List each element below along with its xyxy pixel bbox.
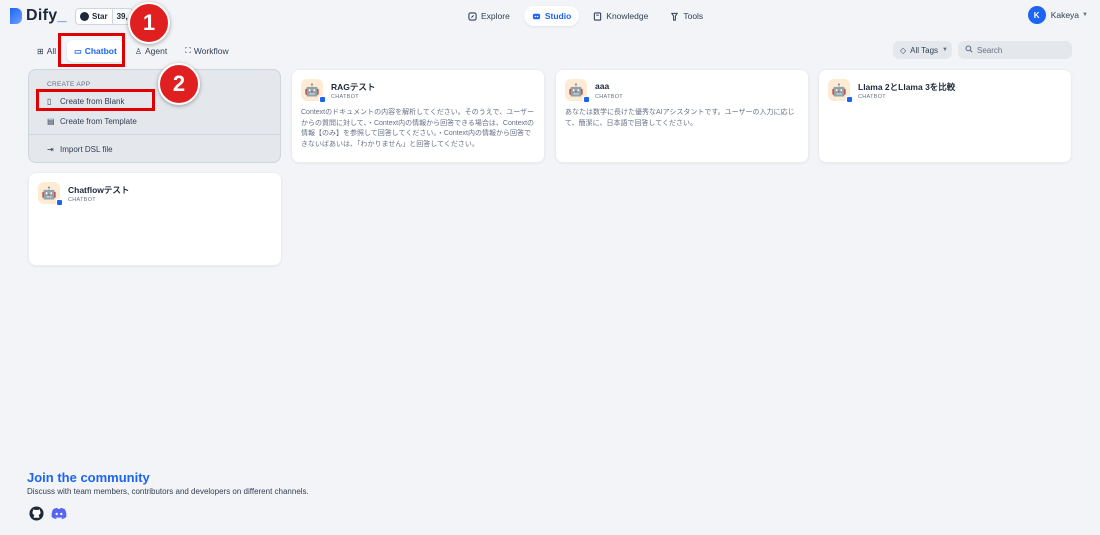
user-menu[interactable]: K Kakeya ▼ [1027,6,1088,24]
chevron-down-icon: ▼ [942,47,948,53]
import-dsl-label: Import DSL file [60,144,113,154]
tab-workflow-label: Workflow [193,46,229,56]
step-1-marker: 1 [128,2,170,44]
logo-mark-icon [10,8,22,24]
search-placeholder: Search [977,45,1003,55]
chatbot-badge-icon [583,96,590,103]
create-app-panel: CREATE APP ▯ Create from Blank ▤ Create … [28,69,281,163]
book-icon [593,11,602,21]
tab-workflow[interactable]: ⛶ Workflow [178,40,235,62]
create-from-template-button[interactable]: ▤ Create from Template [47,114,137,128]
create-blank-highlight [36,89,155,111]
grid-icon: ⊞ [37,46,44,56]
chatbot-badge-icon [846,96,853,103]
tag-icon: ◇ [900,45,907,55]
nav-tools-label: Tools [683,11,704,21]
agent-icon: ♙ [134,46,142,56]
workflow-icon: ⛶ [185,46,191,55]
app-type: CHATBOT [858,94,886,100]
nav-knowledge-label: Knowledge [606,11,649,21]
app-card[interactable]: 🤖 Llama 2とLlama 3を比較 CHATBOT [818,69,1072,163]
app-name: Chatflowテスト [68,185,130,195]
divider [29,134,280,135]
import-icon: ⇥ [47,144,54,154]
discord-icon[interactable] [51,505,67,521]
nav-studio-label: Studio [544,11,572,21]
app-name: Llama 2とLlama 3を比較 [858,82,956,92]
compass-icon [468,11,477,21]
import-dsl-button[interactable]: ⇥ Import DSL file [47,142,113,156]
tools-icon [670,12,679,21]
chatbot-badge-icon [56,199,63,206]
app-name: RAGテスト [331,82,376,92]
app-type: CHATBOT [595,94,623,100]
create-from-template-label: Create from Template [60,116,137,126]
github-star-label: Star [92,12,108,21]
nav-explore[interactable]: Explore [460,6,518,26]
nav-explore-label: Explore [481,11,510,21]
community-description: Discuss with team members, contributors … [27,487,309,496]
step-2-marker: 2 [158,63,200,105]
dify-logo[interactable]: Dify_ [10,7,67,25]
all-tags-filter[interactable]: ◇ All Tags ▼ [893,41,952,59]
app-card[interactable]: 🤖 RAGテスト CHATBOT Contextのドキュメントの内容を解析してく… [291,69,545,163]
nav-knowledge[interactable]: Knowledge [585,6,656,26]
avatar: K [1027,6,1046,24]
nav-studio[interactable]: Studio [523,6,580,26]
github-icon [80,12,89,21]
app-name: aaa [595,81,610,91]
studio-icon [532,12,541,21]
all-tags-label: All Tags [910,45,939,55]
app-description: あなたは数学に長けた優秀なAIアシスタントです。ユーザーの入力に応じて、簡潔に、… [565,109,795,127]
app-type: CHATBOT [331,94,359,100]
tab-agent-label: Agent [145,46,168,56]
tab-all-label: All [46,46,57,56]
github-icon[interactable] [28,505,44,521]
nav-tools[interactable]: Tools [662,6,711,26]
app-type: CHATBOT [68,197,96,203]
chatbot-tab-highlight [58,33,125,67]
chatbot-badge-icon [319,96,326,103]
app-card[interactable]: 🤖 aaa CHATBOT あなたは数学に長けた優秀なAIアシスタントです。ユー… [555,69,809,163]
community-title: Join the community [27,470,150,485]
github-star-button[interactable]: Star 39, [75,8,133,25]
template-icon: ▤ [47,116,55,126]
app-description: Contextのドキュメントの内容を解析してください。そのうえで、ユーザーからの… [301,109,535,148]
user-name: Kakeya [1050,10,1080,20]
create-app-title: CREATE APP [47,81,91,88]
main-nav: Explore Studio Knowledge Tools [460,6,711,26]
chevron-down-icon: ▼ [1082,12,1088,18]
app-card[interactable]: 🤖 Chatflowテスト CHATBOT [28,172,282,266]
logo-text: Dify [26,7,58,24]
search-icon [965,45,973,55]
search-input[interactable]: Search [958,41,1072,59]
